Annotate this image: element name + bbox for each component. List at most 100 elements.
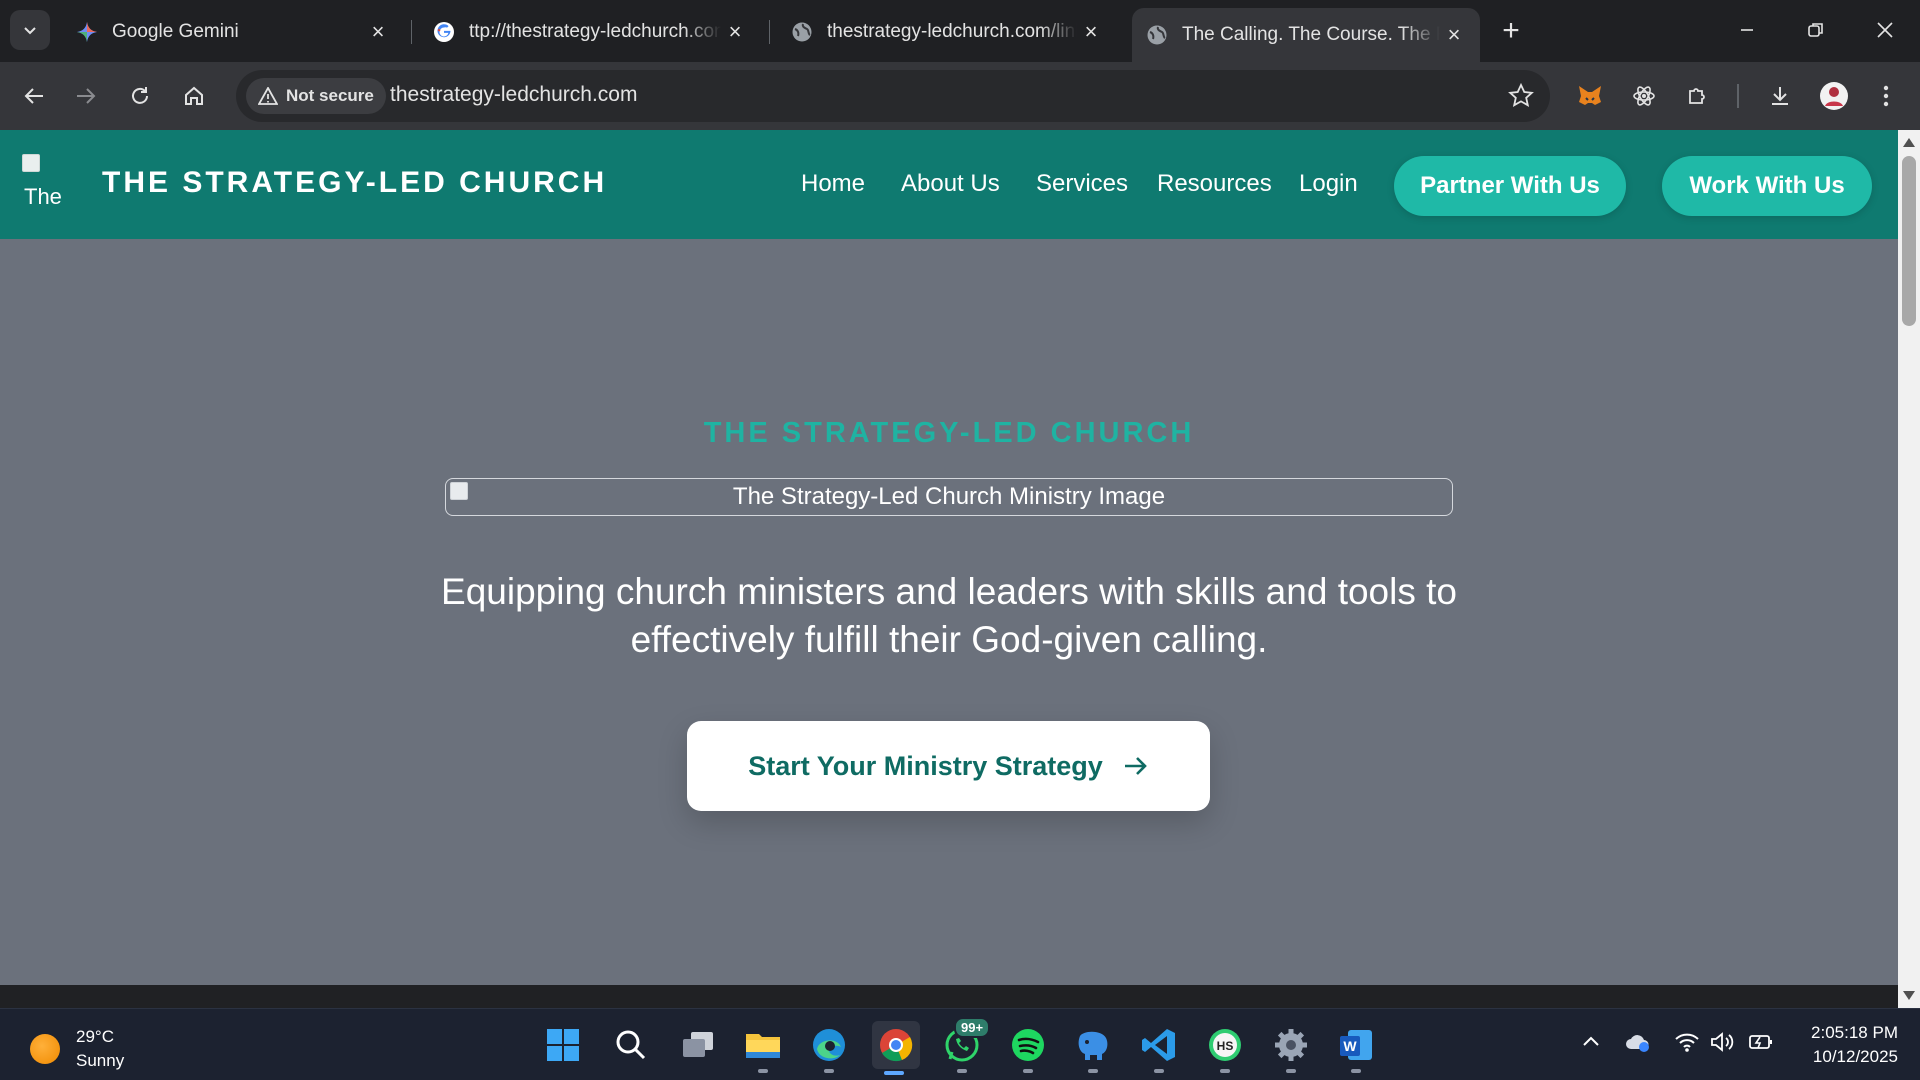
url-text[interactable]: thestrategy-ledchurch.com [390, 83, 637, 107]
close-icon[interactable]: × [364, 18, 392, 46]
broken-image-icon [450, 482, 468, 500]
close-icon[interactable]: × [1077, 18, 1105, 46]
close-icon[interactable]: × [721, 18, 749, 46]
search-icon [616, 1030, 646, 1060]
hubstaff-app[interactable]: HS [1203, 1023, 1247, 1073]
tab-separator [411, 20, 412, 44]
restore-icon [1808, 23, 1823, 37]
partner-with-us-button[interactable]: Partner With Us [1394, 156, 1626, 216]
svg-text:W: W [1343, 1038, 1357, 1054]
react-devtools-extension[interactable] [1626, 78, 1662, 114]
clock-time: 2:05:18 PM [1811, 1023, 1898, 1042]
scroll-thumb[interactable] [1902, 156, 1916, 326]
running-indicator [824, 1069, 834, 1073]
file-explorer[interactable] [741, 1023, 785, 1073]
hs-icon: HS [1209, 1029, 1241, 1061]
gear-icon [1275, 1029, 1307, 1061]
back-button[interactable] [16, 78, 52, 114]
running-indicator [1088, 1069, 1098, 1073]
running-indicator [957, 1069, 967, 1073]
vscode-app[interactable] [1137, 1023, 1181, 1073]
word-app[interactable]: W [1334, 1023, 1378, 1073]
word-icon: W [1340, 1030, 1372, 1060]
security-chip[interactable]: Not secure [246, 78, 386, 114]
site-header: The THE STRATEGY-LED CHURCH Home About U… [0, 130, 1898, 239]
tab-title: Google Gemini [112, 21, 239, 42]
wifi-tray[interactable] [1674, 1031, 1700, 1053]
close-icon[interactable]: × [1440, 21, 1468, 49]
address-bar[interactable]: Not secure thestrategy-ledchurch.com [236, 70, 1550, 122]
nav-home[interactable]: Home [801, 170, 865, 198]
spotify-icon [1012, 1029, 1044, 1061]
metamask-extension[interactable] [1572, 78, 1608, 114]
page-scrollbar[interactable] [1898, 130, 1920, 1008]
page-viewport: The THE STRATEGY-LED CHURCH Home About U… [0, 130, 1898, 985]
profile-avatar[interactable] [1816, 78, 1852, 114]
restore-button[interactable] [1793, 10, 1839, 50]
weather-temp: 29°C [76, 1027, 114, 1046]
new-tab-button[interactable]: + [1494, 14, 1528, 48]
tab-google-url[interactable]: ttp://thestrategy-ledchurch.com × [419, 8, 761, 56]
volume-tray[interactable] [1710, 1031, 1736, 1053]
search-button[interactable] [609, 1023, 653, 1067]
folder-icon [746, 1034, 780, 1058]
tray-overflow-button[interactable] [1580, 1031, 1602, 1053]
site-brand[interactable]: THE STRATEGY-LED CHURCH [102, 166, 607, 200]
fox-icon [1579, 86, 1601, 105]
menu-button[interactable] [1868, 78, 1904, 114]
whatsapp-app[interactable]: 99+ [940, 1017, 991, 1073]
nav-resources[interactable]: Resources [1157, 170, 1272, 198]
tab-gemini[interactable]: Google Gemini × [62, 8, 404, 56]
forward-button[interactable] [68, 78, 104, 114]
running-indicator [1286, 1069, 1296, 1073]
tab-calling-active[interactable]: The Calling. The Course. The Race × [1132, 8, 1480, 62]
spotify-app[interactable] [1006, 1023, 1050, 1073]
system-clock[interactable]: 2:05:18 PM 10/12/2025 [1811, 1021, 1898, 1069]
extensions-button[interactable] [1680, 78, 1716, 114]
weather-widget[interactable]: 29°C Sunny [30, 1025, 124, 1073]
close-window-button[interactable] [1862, 10, 1908, 50]
battery-tray[interactable] [1748, 1031, 1774, 1053]
nav-login[interactable]: Login [1299, 170, 1358, 198]
task-view-button[interactable] [676, 1023, 720, 1067]
onedrive-tray[interactable] [1624, 1031, 1652, 1053]
scroll-up-arrow[interactable] [1903, 138, 1915, 147]
warning-icon [258, 87, 278, 105]
windows-icon [547, 1029, 579, 1061]
tableplus-app[interactable] [1071, 1023, 1115, 1073]
tab-link[interactable]: thestrategy-ledchurch.com/link × [777, 8, 1117, 56]
scroll-down-arrow[interactable] [1903, 991, 1915, 1000]
vscode-icon [1142, 1029, 1175, 1061]
broken-image-icon [22, 154, 40, 172]
work-with-us-button[interactable]: Work With Us [1662, 156, 1872, 216]
chrome-browser[interactable] [872, 1021, 920, 1075]
minimize-button[interactable] [1724, 10, 1770, 50]
tab-title: ttp://thestrategy-ledchurch.com [469, 21, 721, 42]
home-button[interactable] [176, 78, 212, 114]
sun-icon [30, 1034, 60, 1064]
nav-services[interactable]: Services [1036, 170, 1128, 198]
running-indicator [1220, 1069, 1230, 1073]
bookmark-star-icon[interactable] [1508, 83, 1534, 109]
nav-about[interactable]: About Us [901, 170, 1000, 198]
running-indicator [884, 1071, 904, 1075]
arrow-left-icon [24, 88, 43, 104]
cta-label: Start Your Ministry Strategy [748, 750, 1103, 781]
tab-strip: Google Gemini × ttp://thestrategy-ledchu… [0, 0, 1920, 62]
running-indicator [758, 1069, 768, 1073]
edge-browser[interactable] [807, 1023, 851, 1073]
hero-image: The Strategy-Led Church Ministry Image [445, 478, 1453, 516]
start-button[interactable] [541, 1023, 585, 1067]
tab-search-button[interactable] [10, 10, 50, 50]
reload-button[interactable] [122, 78, 158, 114]
downloads-button[interactable] [1762, 78, 1798, 114]
hero-tagline: Equipping church ministers and leaders w… [441, 571, 1457, 660]
settings-app[interactable] [1269, 1023, 1313, 1073]
toolbar-separator [1737, 84, 1739, 108]
google-icon [433, 21, 455, 43]
chrome-icon [880, 1029, 913, 1062]
site-logo[interactable]: The [22, 154, 84, 214]
close-icon [1877, 22, 1893, 38]
start-ministry-strategy-button[interactable]: Start Your Ministry Strategy [687, 721, 1210, 811]
logo-alt-text: The [24, 184, 62, 209]
